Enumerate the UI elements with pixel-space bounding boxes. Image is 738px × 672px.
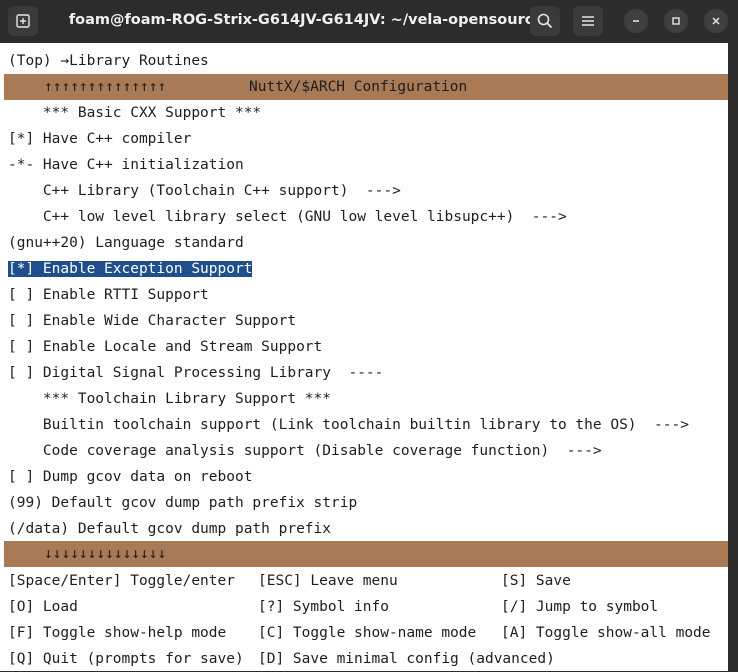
menuconfig-screen: (Top) →Library Routines ↑↑↑↑↑↑↑↑↑↑↑↑↑↑ N…	[4, 43, 728, 671]
help-key-hint: [O] Load	[8, 599, 78, 615]
menu-button[interactable]	[573, 6, 603, 36]
menu-item-label: [ ] Digital Signal Processing Library --…	[8, 365, 384, 381]
menu-item-label: [ ] Enable Wide Character Support	[8, 313, 297, 329]
menu-item[interactable]: [ ] Enable Locale and Stream Support	[8, 334, 322, 360]
menu-item[interactable]: Builtin toolchain support (Link toolchai…	[8, 412, 689, 438]
search-icon	[537, 13, 553, 29]
menu-item-label: C++ low level library select (GNU low le…	[8, 209, 567, 225]
menu-item-label: [ ] Enable RTTI Support	[8, 287, 209, 303]
menu-item[interactable]: [ ] Dump gcov data on reboot	[8, 464, 252, 490]
menu-item-label: Builtin toolchain support (Link toolchai…	[8, 417, 689, 433]
menu-item[interactable]: [*] Enable Exception Support	[8, 256, 253, 282]
menu-item-label: (/data) Default gcov dump path prefix	[8, 521, 332, 537]
window-titlebar: foam@foam-ROG-Strix-G614JV-G614JV: ~/vel…	[0, 0, 738, 43]
window-edge	[728, 43, 738, 671]
menu-item[interactable]: *** Toolchain Library Support ***	[8, 386, 331, 412]
menu-item-label: C++ Library (Toolchain C++ support) --->	[8, 183, 401, 199]
menu-item-label: -*- Have C++ initialization	[8, 157, 244, 173]
menu-item[interactable]: (99) Default gcov dump path prefix strip	[8, 490, 357, 516]
close-button[interactable]	[704, 9, 728, 33]
menu-item[interactable]: (/data) Default gcov dump path prefix	[8, 516, 331, 542]
breadcrumb: (Top) →Library Routines	[8, 53, 209, 69]
menu-item[interactable]: -*- Have C++ initialization	[8, 152, 244, 178]
help-key-hint: [C] Toggle show-name mode	[258, 625, 477, 641]
minimize-button[interactable]	[624, 9, 648, 33]
hamburger-menu-icon	[582, 16, 594, 26]
minimize-icon	[633, 20, 639, 22]
menu-item[interactable]: [ ] Digital Signal Processing Library --…	[8, 360, 383, 386]
help-key-hint: [Space/Enter] Toggle/enter	[8, 573, 235, 589]
menu-item-label: [*] Have C++ compiler	[8, 131, 192, 147]
menu-item-label: [ ] Enable Locale and Stream Support	[8, 339, 323, 355]
terminal-area[interactable]: (Top) →Library Routines ↑↑↑↑↑↑↑↑↑↑↑↑↑↑ N…	[0, 43, 738, 671]
help-key-hint: [S] Save	[501, 573, 571, 589]
help-key-hint: [/] Jump to symbol	[501, 599, 659, 615]
menu-item-label: (99) Default gcov dump path prefix strip	[8, 495, 358, 511]
menu-item[interactable]: (gnu++20) Language standard	[8, 230, 244, 256]
help-key-hint: [Q] Quit (prompts for save)	[8, 651, 244, 667]
menu-item-label: Code coverage analysis support (Disable …	[8, 443, 602, 459]
help-key-hint: [A] Toggle show-all mode	[501, 625, 711, 641]
help-key-hint: [?] Symbol info	[258, 599, 389, 615]
config-title: NuttX/$ARCH Configuration	[249, 79, 468, 95]
menu-item[interactable]: [ ] Enable RTTI Support	[8, 282, 209, 308]
help-key-hint: [ESC] Leave menu	[258, 573, 398, 589]
menu-item-label: (gnu++20) Language standard	[8, 235, 244, 251]
search-button[interactable]	[530, 6, 560, 36]
menu-item[interactable]: *** Basic CXX Support ***	[8, 100, 261, 126]
menu-item[interactable]: [*] Have C++ compiler	[8, 126, 191, 152]
help-key-hint: [F] Toggle show-help mode	[8, 625, 227, 641]
help-key-hint: [D] Save minimal config (advanced)	[258, 651, 555, 667]
menu-item[interactable]: C++ Library (Toolchain C++ support) --->	[8, 178, 401, 204]
close-icon	[712, 17, 720, 25]
menu-item-label: [ ] Dump gcov data on reboot	[8, 469, 253, 485]
menu-item[interactable]: C++ low level library select (GNU low le…	[8, 204, 567, 230]
menu-item-label: [*] Enable Exception Support	[8, 261, 253, 277]
scroll-up-indicator: ↑↑↑↑↑↑↑↑↑↑↑↑↑↑	[44, 79, 167, 95]
menu-item[interactable]: Code coverage analysis support (Disable …	[8, 438, 602, 464]
menu-item-label: *** Basic CXX Support ***	[8, 105, 262, 121]
maximize-icon	[672, 17, 680, 25]
menu-item-label: *** Toolchain Library Support ***	[8, 391, 332, 407]
menu-item[interactable]: [ ] Enable Wide Character Support	[8, 308, 296, 334]
scroll-down-indicator: ↓↓↓↓↓↓↓↓↓↓↓↓↓↓	[44, 546, 167, 562]
window-title: foam@foam-ROG-Strix-G614JV-G614JV: ~/vel…	[68, 12, 544, 28]
maximize-button[interactable]	[664, 9, 688, 33]
